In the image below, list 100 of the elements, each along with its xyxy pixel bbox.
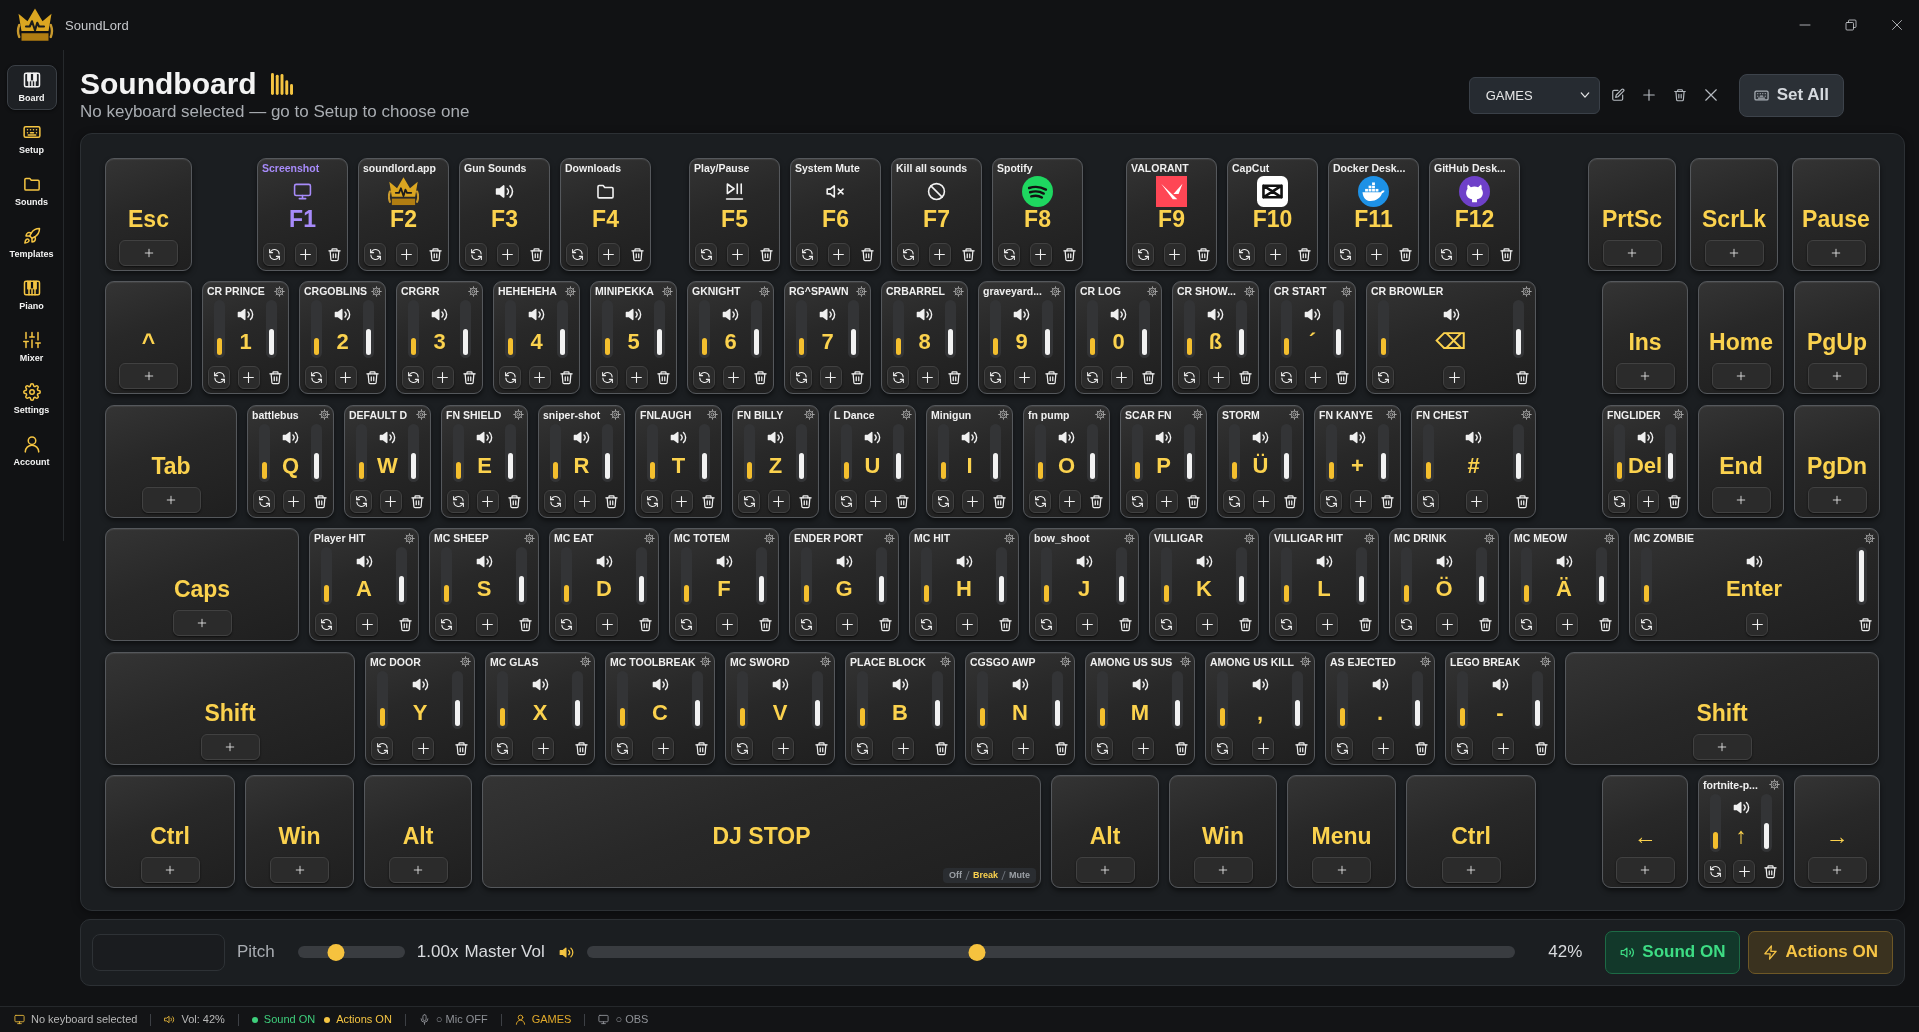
- sound-key[interactable]: HEHEHEHA 4: [493, 281, 580, 395]
- add-button[interactable]: [1076, 613, 1098, 637]
- refresh-button[interactable]: [253, 489, 275, 513]
- add-button[interactable]: [412, 736, 434, 760]
- add-button[interactable]: [431, 366, 454, 390]
- vertical-slider[interactable]: [751, 300, 762, 359]
- vertical-slider[interactable]: [996, 547, 1007, 606]
- refresh-button[interactable]: [1635, 613, 1657, 637]
- vertical-slider[interactable]: [1333, 300, 1344, 359]
- action-key[interactable]: CapCut F10: [1227, 158, 1318, 271]
- refresh-button[interactable]: [675, 613, 697, 637]
- add-button[interactable]: [916, 366, 939, 390]
- nav-item[interactable]: Mixer: [6, 325, 57, 370]
- refresh-button[interactable]: [1211, 736, 1233, 760]
- refresh-button[interactable]: [1029, 489, 1051, 513]
- sound-key[interactable]: CRGRR 3: [396, 281, 483, 395]
- refresh-button[interactable]: [1451, 736, 1473, 760]
- sound-key[interactable]: MC TOOLBREAK C: [605, 651, 715, 765]
- vertical-slider[interactable]: [1596, 547, 1607, 606]
- sound-key[interactable]: CR START ´: [1269, 281, 1356, 395]
- vertical-slider[interactable]: [266, 300, 277, 359]
- refresh-button[interactable]: [499, 366, 521, 390]
- add-button[interactable]: [1013, 366, 1036, 390]
- vertical-slider[interactable]: [617, 670, 628, 729]
- settings-icon[interactable]: [1147, 285, 1158, 297]
- vertical-slider[interactable]: [990, 300, 1001, 359]
- refresh-button[interactable]: [1233, 243, 1255, 266]
- sound-toggle-button[interactable]: Sound ON: [1605, 930, 1741, 974]
- action-key[interactable]: Kill all sounds F7: [891, 158, 982, 271]
- add-button[interactable]: [1365, 243, 1388, 266]
- vertical-slider[interactable]: [363, 300, 374, 359]
- refresh-button[interactable]: [402, 366, 424, 390]
- refresh-button[interactable]: [1155, 613, 1177, 637]
- sound-key[interactable]: MC GLAS X: [485, 651, 595, 765]
- vertical-slider[interactable]: [977, 670, 988, 729]
- vertical-slider[interactable]: [311, 300, 322, 359]
- refresh-button[interactable]: [1035, 613, 1057, 637]
- vertical-slider[interactable]: [636, 547, 647, 606]
- sound-key[interactable]: MC SHEEP S: [429, 528, 539, 642]
- refresh-button[interactable]: [364, 243, 386, 266]
- add-button[interactable]: [827, 243, 850, 266]
- settings-icon[interactable]: [1095, 409, 1106, 421]
- settings-icon[interactable]: [1289, 409, 1300, 421]
- sound-key[interactable]: CR BROWLER ⌫: [1366, 281, 1536, 395]
- vertical-slider[interactable]: [1457, 670, 1468, 729]
- keyboard-key[interactable]: Home: [1698, 281, 1784, 395]
- keyboard-key[interactable]: End: [1698, 404, 1784, 518]
- settings-icon[interactable]: [644, 532, 655, 544]
- vertical-slider[interactable]: [1042, 300, 1053, 359]
- add-button[interactable]: [597, 243, 620, 266]
- add-button[interactable]: [294, 243, 317, 266]
- settings-icon[interactable]: [513, 409, 524, 421]
- keyboard-key[interactable]: ←: [1602, 774, 1688, 888]
- vertical-slider[interactable]: [893, 423, 904, 482]
- vertical-slider[interactable]: [938, 423, 949, 482]
- add-button[interactable]: [1466, 243, 1489, 266]
- refresh-button[interactable]: [915, 613, 937, 637]
- actions-toggle-button[interactable]: Actions ON: [1748, 930, 1893, 974]
- refresh-button[interactable]: [731, 736, 753, 760]
- nav-item[interactable]: Account: [6, 429, 57, 474]
- sound-key[interactable]: AMONG US SUS M: [1085, 651, 1195, 765]
- settings-icon[interactable]: [274, 285, 285, 297]
- add-button[interactable]: [1012, 736, 1034, 760]
- vertical-slider[interactable]: [1513, 423, 1524, 482]
- vertical-slider[interactable]: [572, 670, 583, 729]
- add-button[interactable]: [1492, 736, 1514, 760]
- add-button[interactable]: [1264, 243, 1287, 266]
- vertical-slider[interactable]: [1132, 423, 1143, 482]
- settings-icon[interactable]: [1864, 532, 1875, 544]
- refresh-button[interactable]: [1275, 366, 1297, 390]
- add-button[interactable]: [334, 366, 357, 390]
- vertical-slider[interactable]: [1281, 300, 1292, 359]
- refresh-button[interactable]: [435, 613, 457, 637]
- keyboard-key[interactable]: Win: [245, 774, 354, 888]
- add-button[interactable]: [573, 489, 596, 513]
- sound-key[interactable]: VILLIGAR K: [1149, 528, 1259, 642]
- vertical-slider[interactable]: [441, 547, 452, 606]
- vertical-slider[interactable]: [460, 300, 471, 359]
- add-button[interactable]: [379, 489, 402, 513]
- keyboard-key[interactable]: Ctrl: [105, 774, 235, 888]
- settings-icon[interactable]: [1244, 532, 1255, 544]
- vertical-slider[interactable]: [1326, 423, 1337, 482]
- vertical-slider[interactable]: [505, 423, 516, 482]
- add-button[interactable]: [496, 243, 519, 266]
- vertical-slider[interactable]: [550, 423, 561, 482]
- sound-key[interactable]: RG^SPAWN 7: [784, 281, 871, 395]
- refresh-button[interactable]: [695, 243, 717, 266]
- add-button[interactable]: [532, 736, 554, 760]
- sound-key[interactable]: MC DOOR Y: [365, 651, 475, 765]
- keyboard-key[interactable]: ^: [105, 281, 192, 395]
- mode-option[interactable]: Break: [972, 869, 998, 881]
- settings-icon[interactable]: [1192, 409, 1203, 421]
- add-button[interactable]: [1163, 243, 1186, 266]
- vertical-slider[interactable]: [1401, 547, 1412, 606]
- vertical-slider[interactable]: [516, 547, 527, 606]
- settings-icon[interactable]: [1124, 532, 1135, 544]
- action-key[interactable]: Docker Desk... F11: [1328, 158, 1419, 271]
- sound-key[interactable]: sniper-shot R: [538, 404, 625, 518]
- vertical-slider[interactable]: [796, 423, 807, 482]
- sound-key[interactable]: CRBARREL 8: [881, 281, 968, 395]
